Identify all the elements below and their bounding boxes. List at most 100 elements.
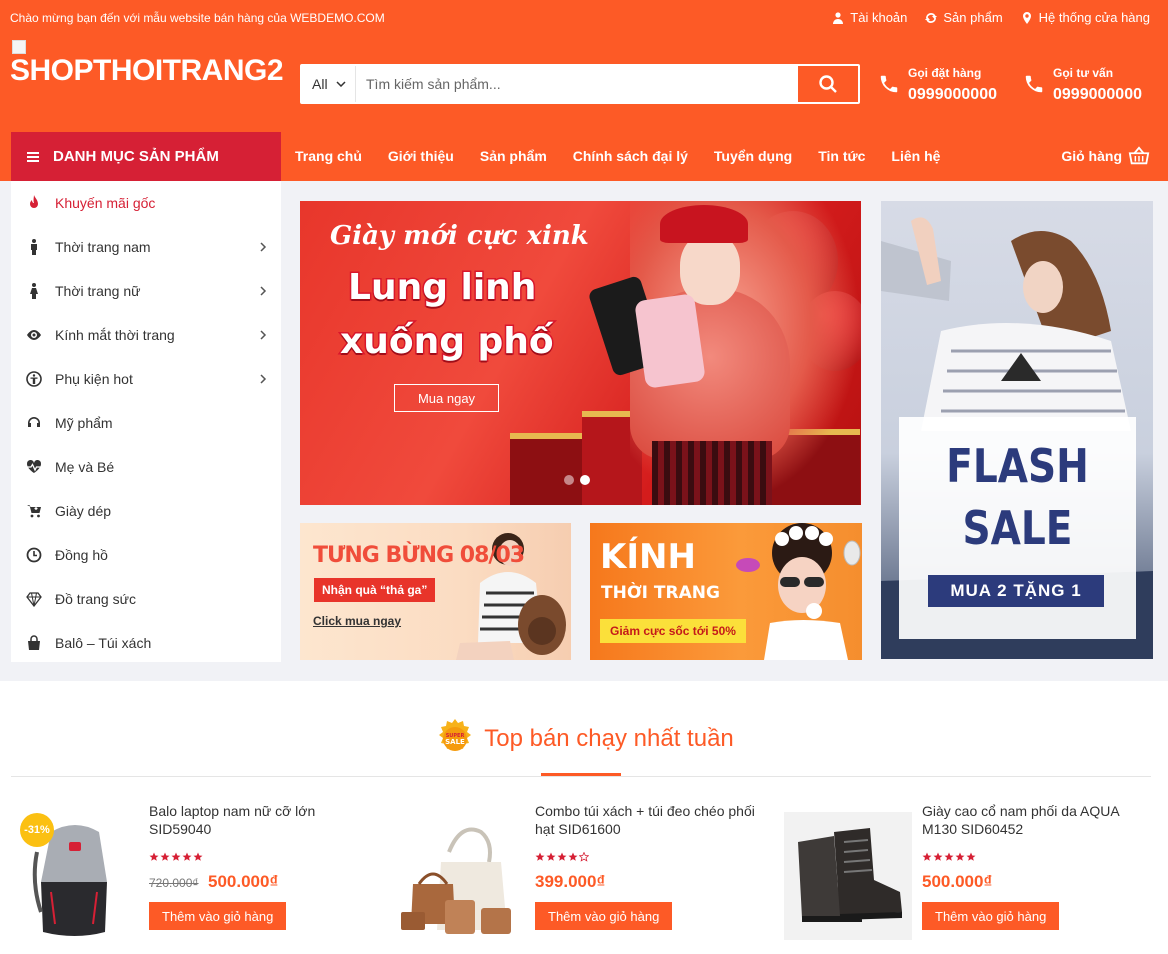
search-input[interactable] xyxy=(357,66,799,102)
promo-banner-flash-sale[interactable]: FLASH SALE MUA 2 TẶNG 1 xyxy=(881,201,1153,659)
main-navbar: DANH MỤC SẢN PHẨM Trang chủ Giới thiệu S… xyxy=(0,131,1168,181)
flash-sale-line-2: SALE xyxy=(962,501,1073,555)
slider-tagline: Giày mới cực xink xyxy=(330,221,589,251)
star-filled-icon xyxy=(944,852,954,861)
product-card: Combo túi xách + túi đeo chéo phối hạt S… xyxy=(397,802,767,942)
hotline-consult[interactable]: Gọi tư vấn 0999000000 xyxy=(1023,64,1142,104)
rating-stars xyxy=(535,852,589,862)
sidebar-item-jewelry[interactable]: Đồ trang sức xyxy=(11,577,281,621)
sidebar-item-label: Đồng hồ xyxy=(55,547,108,563)
rating-stars xyxy=(149,852,203,862)
section-divider xyxy=(11,776,1151,777)
slider-dot-1[interactable] xyxy=(564,475,574,485)
old-price: 720.000₫ xyxy=(149,876,199,890)
headset-icon xyxy=(25,414,43,432)
product-card: Giày cao cổ nam phối da AQUA M130 SID604… xyxy=(784,802,1154,942)
nav-item-agent-policy[interactable]: Chính sách đại lý xyxy=(573,148,688,164)
section-divider-accent xyxy=(541,773,621,776)
welcome-text: Chào mừng bạn đến với mẫu website bán hà… xyxy=(10,11,385,25)
nav-item-about[interactable]: Giới thiệu xyxy=(388,148,454,164)
section-title: Top bán chạy nhất tuần xyxy=(484,725,734,752)
product-price: 500.000₫ xyxy=(922,872,993,891)
product-name[interactable]: Giày cao cổ nam phối da AQUA M130 SID604… xyxy=(922,802,1152,838)
sidebar-item-watches[interactable]: Đồng hồ xyxy=(11,533,281,577)
heartbeat-icon xyxy=(25,458,43,476)
nav-item-home[interactable]: Trang chủ xyxy=(295,148,362,164)
banner-womens-day-title: TƯNG BỪNG 08/03 xyxy=(313,543,525,568)
products-link[interactable]: Sản phẩm xyxy=(925,10,1003,25)
sidebar-item-shoes[interactable]: Giày dép xyxy=(11,489,281,533)
add-to-cart-button[interactable]: Thêm vào giỏ hàng xyxy=(535,902,673,930)
sidebar-item-label: Đồ trang sức xyxy=(55,591,136,607)
add-to-cart-button[interactable]: Thêm vào giỏ hàng xyxy=(922,902,1060,930)
sidebar-item-label: Giày dép xyxy=(55,503,112,519)
star-filled-icon xyxy=(933,852,943,861)
sidebar-item-label: Mỹ phẩm xyxy=(55,415,113,431)
gift-box-graphic xyxy=(510,433,590,505)
cart-link[interactable]: Giỏ hàng xyxy=(1061,145,1150,167)
sidebar-item-bags[interactable]: Balô – Túi xách xyxy=(11,621,281,665)
super-sale-badge-bottom: SALE xyxy=(445,738,465,746)
sidebar-item-label: Thời trang nữ xyxy=(55,283,141,299)
rating-stars xyxy=(922,852,976,862)
product-image-boots[interactable] xyxy=(784,812,912,940)
add-to-cart-button[interactable]: Thêm vào giỏ hàng xyxy=(149,902,287,930)
product-name[interactable]: Balo laptop nam nữ cỡ lớn SID59040 xyxy=(149,802,379,838)
search-icon xyxy=(819,75,837,93)
slider-buy-now-button[interactable]: Mua ngay xyxy=(394,384,499,412)
search-button[interactable] xyxy=(798,66,858,102)
best-sellers-heading: SUPER SALE Top bán chạy nhất tuần xyxy=(0,718,1168,760)
sidebar-item-mom-baby[interactable]: Mẹ và Bé xyxy=(11,445,281,489)
hero-slider[interactable]: Giày mới cực xink Lung linh xuống phố Mu… xyxy=(300,201,861,505)
sidebar-item-promotion[interactable]: Khuyến mãi gốc xyxy=(11,181,281,225)
nav-item-contact[interactable]: Liên hệ xyxy=(891,148,940,164)
model-face-graphic xyxy=(680,233,740,305)
flash-sale-card: FLASH SALE MUA 2 TẶNG 1 xyxy=(899,417,1136,639)
product-price: 500.000₫ xyxy=(208,872,279,891)
model-with-sunglasses-graphic xyxy=(736,523,861,660)
search-category-value: All xyxy=(312,76,328,92)
slider-headline-2: xuống phố xyxy=(339,320,556,364)
accessibility-icon xyxy=(25,370,43,388)
sidebar-item-cosmetics[interactable]: Mỹ phẩm xyxy=(11,401,281,445)
sidebar-item-hot-accessories[interactable]: Phụ kiện hot xyxy=(11,357,281,401)
store-system-link[interactable]: Hệ thống cửa hàng xyxy=(1021,10,1150,25)
search-category-select[interactable]: All xyxy=(302,66,356,102)
header: Chào mừng bạn đến với mẫu website bán hà… xyxy=(0,0,1168,181)
product-image-handbag-set[interactable] xyxy=(397,812,525,940)
sidebar-item-women-fashion[interactable]: Thời trang nữ xyxy=(11,269,281,313)
star-filled-icon xyxy=(535,852,545,861)
nav-item-careers[interactable]: Tuyển dụng xyxy=(714,148,792,164)
category-menu-button[interactable]: DANH MỤC SẢN PHẨM xyxy=(11,132,281,181)
hotline-order-label: Gọi đặt hàng xyxy=(908,66,982,80)
banner-womens-day-link[interactable]: Click mua ngay xyxy=(313,614,401,628)
sidebar-item-men-fashion[interactable]: Thời trang nam xyxy=(11,225,281,269)
star-filled-icon xyxy=(160,852,170,861)
hotline-order[interactable]: Gọi đặt hàng 0999000000 xyxy=(878,64,997,104)
map-pin-icon xyxy=(1022,11,1031,24)
flash-sale-line-1: FLASH xyxy=(946,439,1089,493)
banner-area: Khuyến mãi gốc Thời trang nam Thời trang… xyxy=(0,181,1168,681)
star-filled-icon xyxy=(966,852,976,861)
star-filled-icon xyxy=(193,852,203,861)
star-filled-icon xyxy=(557,852,567,861)
slider-headline-1: Lung linh xyxy=(346,266,537,310)
promo-banner-womens-day[interactable]: TƯNG BỪNG 08/03 Nhận quà “thả ga” Click … xyxy=(300,523,571,660)
nav-item-products[interactable]: Sản phẩm xyxy=(480,148,547,164)
eye-icon xyxy=(25,326,43,344)
nav-item-news[interactable]: Tin tức xyxy=(818,148,865,164)
product-price: 399.000₫ xyxy=(535,872,606,891)
account-link[interactable]: Tài khoản xyxy=(832,10,907,25)
sidebar-item-label: Mẹ và Bé xyxy=(55,459,115,475)
store-system-link-label: Hệ thống cửa hàng xyxy=(1038,10,1150,25)
logo[interactable]: SHOPTHOITRANG2 xyxy=(10,40,292,90)
chevron-right-icon xyxy=(260,374,267,384)
phone-icon xyxy=(880,75,898,93)
product-card: -31% Balo laptop nam nữ cỡ lớn SID59040 … xyxy=(11,802,381,942)
product-name[interactable]: Combo túi xách + túi đeo chéo phối hạt S… xyxy=(535,802,765,838)
sidebar-item-eyewear[interactable]: Kính mắt thời trang xyxy=(11,313,281,357)
promo-banner-eyewear[interactable]: KÍNH THỜI TRANG Giảm cực sốc tới 50% xyxy=(590,523,862,660)
sidebar-item-label: Khuyến mãi gốc xyxy=(55,195,156,211)
slider-dot-2[interactable] xyxy=(580,475,590,485)
shopping-bag-icon xyxy=(25,634,43,652)
